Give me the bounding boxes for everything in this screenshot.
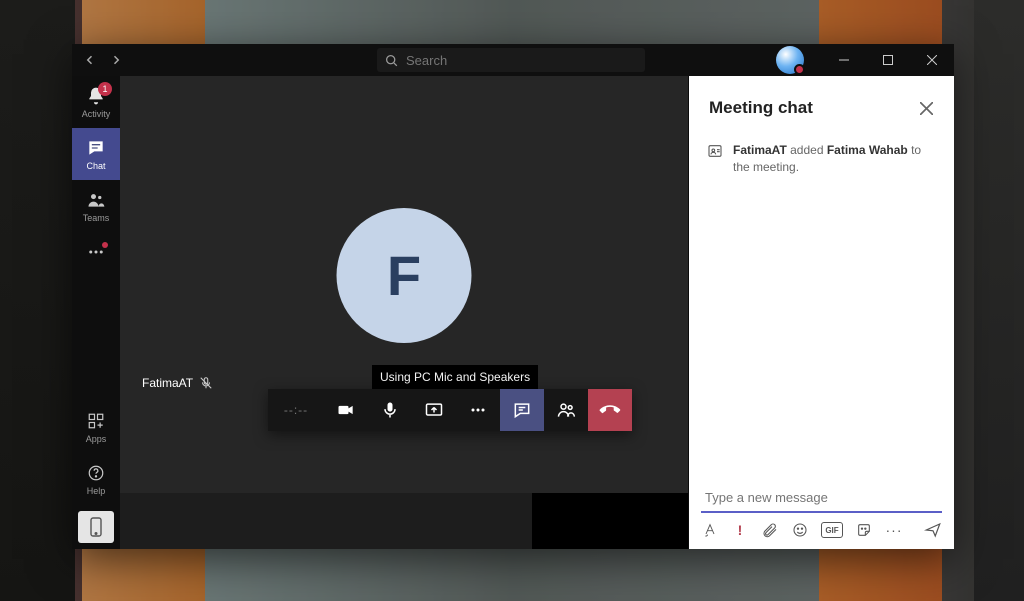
search-icon bbox=[385, 54, 398, 67]
call-main: F FatimaAT Using PC Mic and Speakers --:… bbox=[120, 76, 688, 549]
app-sidebar: Activity 1 Chat Teams bbox=[72, 76, 120, 549]
camera-toggle-button[interactable] bbox=[324, 389, 368, 431]
sidebar-help[interactable]: Help bbox=[72, 453, 120, 505]
format-button[interactable] bbox=[701, 521, 719, 539]
sidebar-teams[interactable]: Teams bbox=[72, 180, 120, 232]
chat-input-area bbox=[689, 483, 954, 513]
participant-avatar: F bbox=[337, 208, 472, 343]
sidebar-activity[interactable]: Activity 1 bbox=[72, 76, 120, 128]
sticker-icon bbox=[856, 522, 872, 538]
mic-toggle-button[interactable] bbox=[368, 389, 412, 431]
sidebar-label: Teams bbox=[83, 213, 110, 223]
mic-icon bbox=[380, 400, 400, 420]
call-stage: F FatimaAT Using PC Mic and Speakers --:… bbox=[120, 76, 688, 493]
chat-toggle-button[interactable] bbox=[500, 389, 544, 431]
audio-device-tooltip: Using PC Mic and Speakers bbox=[372, 365, 538, 389]
priority-button[interactable]: ! bbox=[731, 521, 749, 539]
send-icon bbox=[924, 521, 942, 539]
search-input[interactable] bbox=[406, 53, 637, 68]
app-content: Activity 1 Chat Teams bbox=[72, 76, 954, 549]
more-actions-button[interactable] bbox=[456, 389, 500, 431]
more-options-button[interactable]: ··· bbox=[885, 521, 903, 539]
sidebar-apps[interactable]: Apps bbox=[72, 401, 120, 453]
user-added-icon bbox=[707, 143, 723, 159]
share-icon bbox=[424, 400, 444, 420]
window-minimize-button[interactable] bbox=[822, 44, 866, 76]
sidebar-label: Help bbox=[87, 486, 106, 496]
participants-button[interactable] bbox=[544, 389, 588, 431]
chat-header: Meeting chat bbox=[689, 76, 954, 134]
camera-icon bbox=[336, 400, 356, 420]
close-chat-button[interactable] bbox=[918, 100, 934, 116]
participant-name: FatimaAT bbox=[142, 376, 193, 390]
chat-message-input[interactable] bbox=[701, 483, 942, 513]
call-toolbar: --:-- bbox=[268, 389, 632, 431]
sticker-button[interactable] bbox=[855, 521, 873, 539]
window-maximize-button[interactable] bbox=[866, 44, 910, 76]
subject-name: Fatima Wahab bbox=[827, 143, 908, 157]
participant-label: FatimaAT bbox=[142, 376, 213, 390]
sidebar-label: Apps bbox=[86, 434, 107, 444]
teams-window: Activity 1 Chat Teams bbox=[72, 44, 954, 549]
wallpaper-right bbox=[974, 0, 1024, 601]
paperclip-icon bbox=[762, 522, 778, 538]
sidebar-more[interactable] bbox=[72, 232, 120, 272]
notification-dot-icon bbox=[102, 242, 108, 248]
emoji-icon bbox=[792, 522, 808, 538]
activity-badge: 1 bbox=[98, 82, 112, 96]
help-icon bbox=[85, 462, 107, 484]
self-view-placeholder bbox=[532, 493, 688, 549]
close-icon bbox=[920, 102, 933, 115]
sidebar-device-button[interactable] bbox=[78, 511, 114, 543]
chat-title: Meeting chat bbox=[709, 98, 813, 118]
emoji-button[interactable] bbox=[791, 521, 809, 539]
teams-icon bbox=[85, 189, 107, 211]
phone-icon bbox=[89, 517, 103, 537]
window-controls bbox=[776, 44, 954, 76]
titlebar bbox=[72, 44, 954, 76]
people-icon bbox=[556, 400, 576, 420]
forward-button[interactable] bbox=[104, 48, 128, 72]
sidebar-label: Activity bbox=[82, 109, 111, 119]
system-message-text: FatimaAT added Fatima Wahab to the meeti… bbox=[733, 142, 936, 177]
sidebar-label: Chat bbox=[86, 161, 105, 171]
actor-name: FatimaAT bbox=[733, 143, 787, 157]
chat-messages: FatimaAT added Fatima Wahab to the meeti… bbox=[689, 134, 954, 483]
wallpaper-left bbox=[0, 0, 75, 601]
mic-muted-icon bbox=[199, 376, 213, 390]
chat-compose-toolbar: ! GIF ··· bbox=[689, 513, 954, 549]
share-screen-button[interactable] bbox=[412, 389, 456, 431]
gif-button[interactable]: GIF bbox=[821, 522, 843, 538]
attach-button[interactable] bbox=[761, 521, 779, 539]
ellipsis-icon bbox=[468, 400, 488, 420]
presence-busy-icon bbox=[794, 64, 805, 75]
call-timer: --:-- bbox=[268, 389, 324, 431]
send-button[interactable] bbox=[924, 521, 942, 539]
account-avatar[interactable] bbox=[776, 46, 804, 74]
back-button[interactable] bbox=[78, 48, 102, 72]
system-message: FatimaAT added Fatima Wahab to the meeti… bbox=[707, 142, 936, 177]
call-bottom-strip bbox=[120, 493, 688, 549]
sidebar-chat[interactable]: Chat bbox=[72, 128, 120, 180]
chat-bubble-icon bbox=[512, 400, 532, 420]
meeting-chat-panel: Meeting chat FatimaAT added Fatima Wahab… bbox=[688, 76, 954, 549]
hang-up-button[interactable] bbox=[588, 389, 632, 431]
format-text-icon bbox=[702, 522, 718, 538]
nav-arrows bbox=[78, 48, 128, 72]
window-close-button[interactable] bbox=[910, 44, 954, 76]
avatar-initial: F bbox=[387, 243, 421, 308]
search-box[interactable] bbox=[377, 48, 645, 72]
apps-icon bbox=[85, 410, 107, 432]
chat-icon bbox=[85, 137, 107, 159]
phone-icon bbox=[596, 396, 624, 424]
